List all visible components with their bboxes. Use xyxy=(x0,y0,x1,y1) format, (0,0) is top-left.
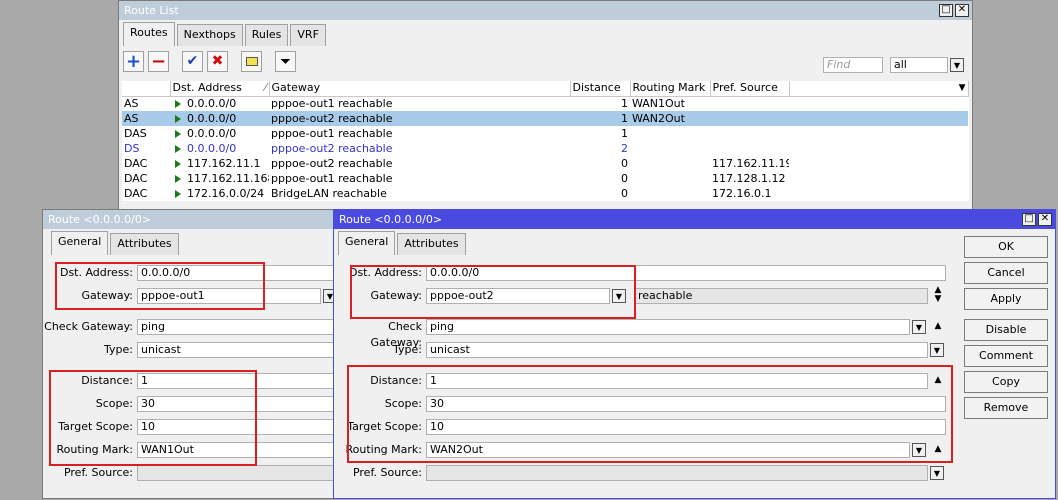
filter-icon[interactable]: ⏷ xyxy=(275,50,296,72)
close-icon[interactable]: ✕ xyxy=(955,4,969,17)
type-label: Type: xyxy=(104,343,133,356)
find-input[interactable]: Find xyxy=(823,57,883,73)
route-active-icon xyxy=(175,189,181,198)
route-list-window: Route List □ ✕ Routes Nexthops Rules VRF… xyxy=(118,0,973,210)
table-row[interactable]: DAC 172.16.0.0/24 BridgeLAN reachable 0 … xyxy=(122,186,968,201)
table-row[interactable]: AS 0.0.0.0/0 pppoe-out1 reachable 1 WAN1… xyxy=(122,96,968,111)
route-active-icon xyxy=(175,159,181,168)
table-row[interactable]: AS 0.0.0.0/0 pppoe-out2 reachable 1 WAN2… xyxy=(122,111,968,126)
tab-nexthops[interactable]: Nexthops xyxy=(176,24,243,46)
col-gateway[interactable]: Gateway xyxy=(269,81,571,97)
highlight-box xyxy=(347,365,953,463)
add-icon[interactable]: + xyxy=(123,50,144,72)
highlight-box xyxy=(55,262,265,310)
type-label: Type: xyxy=(393,343,422,356)
filter-select[interactable]: all xyxy=(890,57,948,73)
check-gateway-dropdown-icon[interactable]: ▼ xyxy=(912,320,926,334)
copy-button[interactable]: Copy xyxy=(964,371,1048,393)
ok-button[interactable]: OK xyxy=(964,236,1048,258)
type-dropdown-icon[interactable]: ▼ xyxy=(930,343,944,357)
enable-check-icon[interactable]: ✔ xyxy=(182,50,203,72)
check-gateway-up-icon[interactable]: ▲ xyxy=(932,321,944,331)
table-header: Dst. Address ⁄ Gateway Distance Routing M… xyxy=(122,81,969,97)
route1-titlebar[interactable]: Route <0.0.0.0/0> xyxy=(43,210,341,229)
type-field[interactable]: unicast xyxy=(137,342,347,358)
type-field[interactable]: unicast xyxy=(426,342,928,358)
table-row[interactable]: DS 0.0.0.0/0 pppoe-out2 reachable 2 xyxy=(122,141,968,156)
sort-icon: ⁄ xyxy=(264,81,267,95)
route-active-icon xyxy=(175,129,181,138)
check-gateway-field[interactable]: ping xyxy=(426,319,910,335)
route-window-2: Route <0.0.0.0/0> □ ✕ General Attributes… xyxy=(333,209,1056,499)
col-routing-mark[interactable]: Routing Mark xyxy=(630,81,711,97)
tab-rules[interactable]: Rules xyxy=(244,24,289,46)
check-gateway-field[interactable]: ping xyxy=(137,319,347,335)
route-active-icon xyxy=(175,144,181,153)
tab-routes[interactable]: Routes xyxy=(123,22,175,46)
columns-menu-icon[interactable]: ▼ xyxy=(789,81,969,97)
apply-button[interactable]: Apply xyxy=(964,288,1048,310)
pref-source-label: Pref. Source: xyxy=(352,466,422,479)
route2-titlebar[interactable]: Route <0.0.0.0/0> □ ✕ xyxy=(334,210,1055,229)
close-icon[interactable]: ✕ xyxy=(1038,213,1052,226)
table-row[interactable]: DAS 0.0.0.0/0 pppoe-out1 reachable 1 xyxy=(122,126,968,141)
gateway-updown-icon[interactable]: ▲ ▼ xyxy=(932,286,944,304)
check-gateway-label: Check Gateway: xyxy=(44,320,133,333)
col-pref-source[interactable]: Pref. Source xyxy=(710,81,790,97)
maximize-icon[interactable]: □ xyxy=(1022,213,1036,226)
route-active-icon xyxy=(175,174,181,183)
disable-x-icon[interactable]: ✖ xyxy=(207,50,228,72)
gateway-status: reachable xyxy=(634,288,928,304)
pref-source-field[interactable] xyxy=(426,465,928,481)
remove-button[interactable]: Remove xyxy=(964,397,1048,419)
table-row[interactable]: DAC 117.162.11.168 pppoe-out1 reachable … xyxy=(122,171,968,186)
window-title: Route List xyxy=(124,4,179,17)
route-active-icon xyxy=(175,114,181,123)
tab-vrf[interactable]: VRF xyxy=(290,24,326,46)
col-dst[interactable]: Dst. Address ⁄ xyxy=(170,81,270,97)
comment-icon[interactable] xyxy=(241,50,262,72)
pref-source-field[interactable] xyxy=(137,465,347,481)
pref-source-label: Pref. Source: xyxy=(63,466,133,479)
tab-attributes[interactable]: Attributes xyxy=(110,233,179,255)
route-list-titlebar[interactable]: Route List □ ✕ xyxy=(119,1,972,20)
window-title: Route <0.0.0.0/0> xyxy=(48,213,152,226)
route-active-icon xyxy=(175,99,181,108)
highlight-box xyxy=(350,265,636,319)
pref-source-dropdown-icon[interactable]: ▼ xyxy=(930,466,944,480)
cancel-button[interactable]: Cancel xyxy=(964,262,1048,284)
remove-icon[interactable]: − xyxy=(148,50,169,72)
routes-table: Dst. Address ⁄ Gateway Distance Routing M… xyxy=(122,81,969,201)
window-title: Route <0.0.0.0/0> xyxy=(339,213,443,226)
maximize-icon[interactable]: □ xyxy=(939,4,953,17)
comment-button[interactable]: Comment xyxy=(964,345,1048,367)
route-window-1: Route <0.0.0.0/0> General Attributes Dst… xyxy=(42,209,347,499)
table-row[interactable]: DAC 117.162.11.1 pppoe-out2 reachable 0 … xyxy=(122,156,968,171)
col-flags[interactable] xyxy=(122,81,171,97)
filter-dropdown-icon[interactable]: ▼ xyxy=(950,58,964,72)
highlight-box xyxy=(49,370,257,466)
col-distance[interactable]: Distance xyxy=(570,81,631,97)
tab-general[interactable]: General xyxy=(51,231,109,255)
disable-button[interactable]: Disable xyxy=(964,319,1048,341)
tab-general[interactable]: General xyxy=(338,231,396,255)
tab-attributes[interactable]: Attributes xyxy=(397,233,466,255)
